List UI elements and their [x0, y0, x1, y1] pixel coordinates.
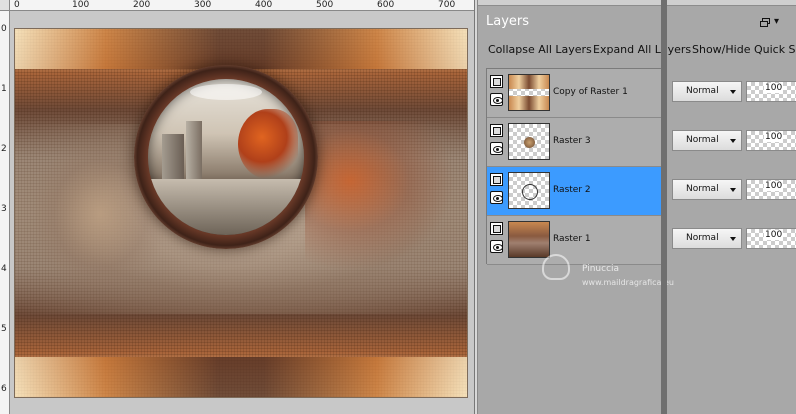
- thumb-ring: [522, 184, 538, 200]
- ruler-top-label: 200: [133, 0, 151, 10]
- ruler-left-label: 5: [1, 324, 7, 334]
- orb-water: [148, 179, 304, 235]
- palette-title-bar[interactable]: Layers ▾: [478, 6, 796, 34]
- artwork-top-band: [15, 29, 467, 69]
- layer-group-icon[interactable]: [490, 173, 503, 186]
- ruler-left-label: 1: [1, 84, 7, 94]
- blend-mode-dropdown[interactable]: Normal: [672, 179, 742, 200]
- layer-name: Raster 1: [553, 234, 591, 244]
- float-window-icon[interactable]: [760, 18, 770, 27]
- layer-props-row: Normal 100: [668, 68, 796, 117]
- show-hide-quick-search-button[interactable]: Show/Hide Quick Se: [692, 43, 796, 56]
- layers-list: Copy of Raster 1 Raster 3 Raster 2 Raste…: [486, 68, 662, 265]
- chevron-down-icon: [730, 237, 736, 241]
- ruler-top-label: 300: [194, 0, 212, 10]
- chevron-down-icon: [730, 188, 736, 192]
- blend-mode-value: Normal: [686, 184, 719, 194]
- blend-mode-dropdown[interactable]: Normal: [672, 81, 742, 102]
- orb-highlight: [190, 84, 262, 100]
- ruler-left-label: 6: [1, 384, 7, 394]
- layer-row-raster-3[interactable]: Raster 3: [487, 118, 661, 167]
- opacity-value: 100: [764, 83, 784, 93]
- opacity-value: 100: [764, 230, 784, 240]
- visibility-eye-icon[interactable]: [490, 93, 503, 106]
- layer-name: Copy of Raster 1: [553, 87, 628, 97]
- palette-title: Layers: [486, 14, 530, 29]
- canvas-palette-scrollbar[interactable]: [661, 0, 667, 414]
- layer-group-icon[interactable]: [490, 222, 503, 235]
- visibility-eye-icon[interactable]: [490, 142, 503, 155]
- ruler-top-label: 600: [377, 0, 395, 10]
- layer-properties: Normal 100 Normal 100 Normal 100 Normal …: [668, 68, 796, 264]
- opacity-field[interactable]: 100: [746, 130, 796, 151]
- blend-mode-value: Normal: [686, 233, 719, 243]
- opacity-field[interactable]: 100: [746, 81, 796, 102]
- layer-name: Raster 3: [553, 136, 591, 146]
- orb-tree: [238, 109, 298, 179]
- layer-props-row: Normal 100: [668, 166, 796, 215]
- blend-mode-dropdown[interactable]: Normal: [672, 130, 742, 151]
- artwork-orb-scene: [148, 79, 304, 235]
- collapse-all-layers-button[interactable]: Collapse All Layers: [488, 43, 592, 56]
- ruler-left-label: 0: [1, 24, 7, 34]
- layer-icons: [490, 75, 504, 111]
- blend-mode-value: Normal: [686, 135, 719, 145]
- layer-row-raster-2[interactable]: Raster 2: [487, 167, 661, 216]
- ruler-left-label: 3: [1, 204, 7, 214]
- visibility-eye-icon[interactable]: [490, 191, 503, 204]
- watermark-name: Pinuccia: [582, 264, 620, 274]
- blend-mode-value: Normal: [686, 86, 719, 96]
- layer-thumbnail: [508, 123, 550, 160]
- expand-all-layers-button[interactable]: Expand All Layers: [593, 43, 691, 56]
- opacity-value: 100: [764, 132, 784, 142]
- ruler-top-label: 700: [438, 0, 456, 10]
- ruler-left[interactable]: 0 1 2 3 4 5 6: [0, 11, 10, 414]
- blend-mode-dropdown[interactable]: Normal: [672, 228, 742, 249]
- chevron-down-icon: [730, 139, 736, 143]
- ruler-top[interactable]: 0 100 200 300 400 500 600 700: [10, 0, 474, 11]
- layer-thumbnail: [508, 172, 550, 209]
- layer-thumbnail: [508, 74, 550, 111]
- ruler-corner: [0, 0, 10, 11]
- palette-menu-chevron-icon[interactable]: ▾: [774, 16, 779, 27]
- layer-group-icon[interactable]: [490, 75, 503, 88]
- chevron-down-icon: [730, 90, 736, 94]
- ruler-top-label: 100: [72, 0, 90, 10]
- ruler-top-label: 0: [14, 0, 20, 10]
- layer-icons: [490, 222, 504, 258]
- ruler-left-label: 4: [1, 264, 7, 274]
- layers-palette: Layers ▾ Collapse All Layers Expand All …: [478, 0, 796, 414]
- heart-logo-icon: [542, 254, 570, 280]
- watermark: Pinuccia www.maildragrafica.eu: [538, 250, 738, 300]
- layer-icons: [490, 124, 504, 160]
- layer-name: Raster 2: [553, 185, 591, 195]
- thumb-band: [509, 96, 549, 110]
- artwork-bottom-band: [15, 357, 467, 397]
- thumb-band: [509, 75, 549, 89]
- ruler-left-label: 2: [1, 144, 7, 154]
- ruler-top-label: 500: [316, 0, 334, 10]
- layer-props-row: Normal 100: [668, 117, 796, 166]
- visibility-eye-icon[interactable]: [490, 240, 503, 253]
- thumb-orb: [524, 137, 535, 148]
- layer-group-icon[interactable]: [490, 124, 503, 137]
- canvas-area[interactable]: 0 100 200 300 400 500 600 700 0 1 2 3 4 …: [0, 0, 474, 414]
- ruler-top-label: 400: [255, 0, 273, 10]
- opacity-value: 100: [764, 181, 784, 191]
- opacity-field[interactable]: 100: [746, 179, 796, 200]
- layer-row-copy-of-raster-1[interactable]: Copy of Raster 1: [487, 69, 661, 118]
- palette-toolbar: Collapse All Layers Expand All Layers Sh…: [478, 36, 796, 64]
- artwork-right-autumn-tree: [305, 121, 455, 271]
- opacity-field[interactable]: 100: [746, 228, 796, 249]
- layer-icons: [490, 173, 504, 209]
